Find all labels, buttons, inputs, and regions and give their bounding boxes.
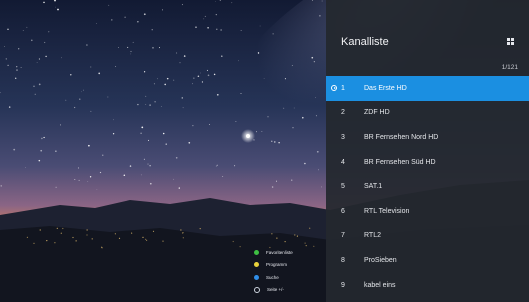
channel-row[interactable]: 5 SAT.1 xyxy=(326,174,529,199)
channel-name: Das Erste HD xyxy=(364,84,407,92)
page-key-icon xyxy=(254,286,260,293)
legend-label: Suche xyxy=(266,274,279,280)
channel-number: 1 xyxy=(341,84,345,92)
channel-row[interactable]: 6 RTL Television xyxy=(326,199,529,224)
legend-item-favorites[interactable]: Favoritenliste xyxy=(254,246,326,258)
legend-label: Seite +/- xyxy=(267,287,284,292)
legend-item-program[interactable]: Programm xyxy=(254,259,326,271)
channel-number: 4 xyxy=(341,158,345,166)
channel-name: ProSieben xyxy=(364,256,397,264)
channel-number: 9 xyxy=(341,281,345,289)
channel-row[interactable]: 4 BR Fernsehen Süd HD xyxy=(326,150,529,175)
channel-row[interactable]: 2 ZDF HD xyxy=(326,101,529,126)
channel-number: 8 xyxy=(341,256,345,264)
channel-name: BR Fernsehen Nord HD xyxy=(364,133,439,141)
color-key-legend: Favoritenliste Programm Suche Seite +/- xyxy=(254,246,326,296)
channel-name: kabel eins xyxy=(364,281,396,289)
channel-name: BR Fernsehen Süd HD xyxy=(364,158,436,166)
channel-list: 1 Das Erste HD 2 ZDF HD 3 BR Fernsehen Nord H… xyxy=(326,76,529,297)
legend-item-search[interactable]: Suche xyxy=(254,271,326,283)
channel-row[interactable]: 7 RTL2 xyxy=(326,224,529,249)
legend-label: Programm xyxy=(266,262,288,267)
grid-icon[interactable] xyxy=(507,38,514,45)
channel-number: 7 xyxy=(341,232,345,240)
channel-name: RTL2 xyxy=(364,232,381,240)
legend-item-page[interactable]: Seite +/- xyxy=(254,284,326,296)
channel-number: 2 xyxy=(341,109,345,117)
channel-number: 5 xyxy=(341,183,345,191)
blue-key-icon xyxy=(254,274,259,280)
channel-number: 3 xyxy=(341,133,345,141)
channel-row[interactable]: 9 kabel eins xyxy=(326,273,529,298)
channel-name: RTL Television xyxy=(364,207,410,215)
tv-screen: Favoritenliste Programm Suche Seite +/- … xyxy=(0,0,529,302)
channel-row[interactable]: 8 ProSieben xyxy=(326,248,529,273)
green-key-icon xyxy=(254,249,259,255)
now-playing-icon xyxy=(331,84,337,91)
yellow-key-icon xyxy=(254,262,259,267)
channel-row[interactable]: 1 Das Erste HD xyxy=(326,76,529,101)
channel-list-panel: Kanalliste 1/121 1 Das Erste HD 2 ZDF HD 3 BR… xyxy=(326,0,529,302)
channel-name: ZDF HD xyxy=(364,109,390,117)
channel-name: SAT.1 xyxy=(364,183,383,191)
channel-row[interactable]: 3 BR Fernsehen Nord HD xyxy=(326,125,529,150)
legend-label: Favoritenliste xyxy=(266,249,293,255)
panel-title: Kanalliste xyxy=(341,36,389,48)
page-counter: 1/121 xyxy=(501,64,518,71)
channel-number: 6 xyxy=(341,207,345,215)
